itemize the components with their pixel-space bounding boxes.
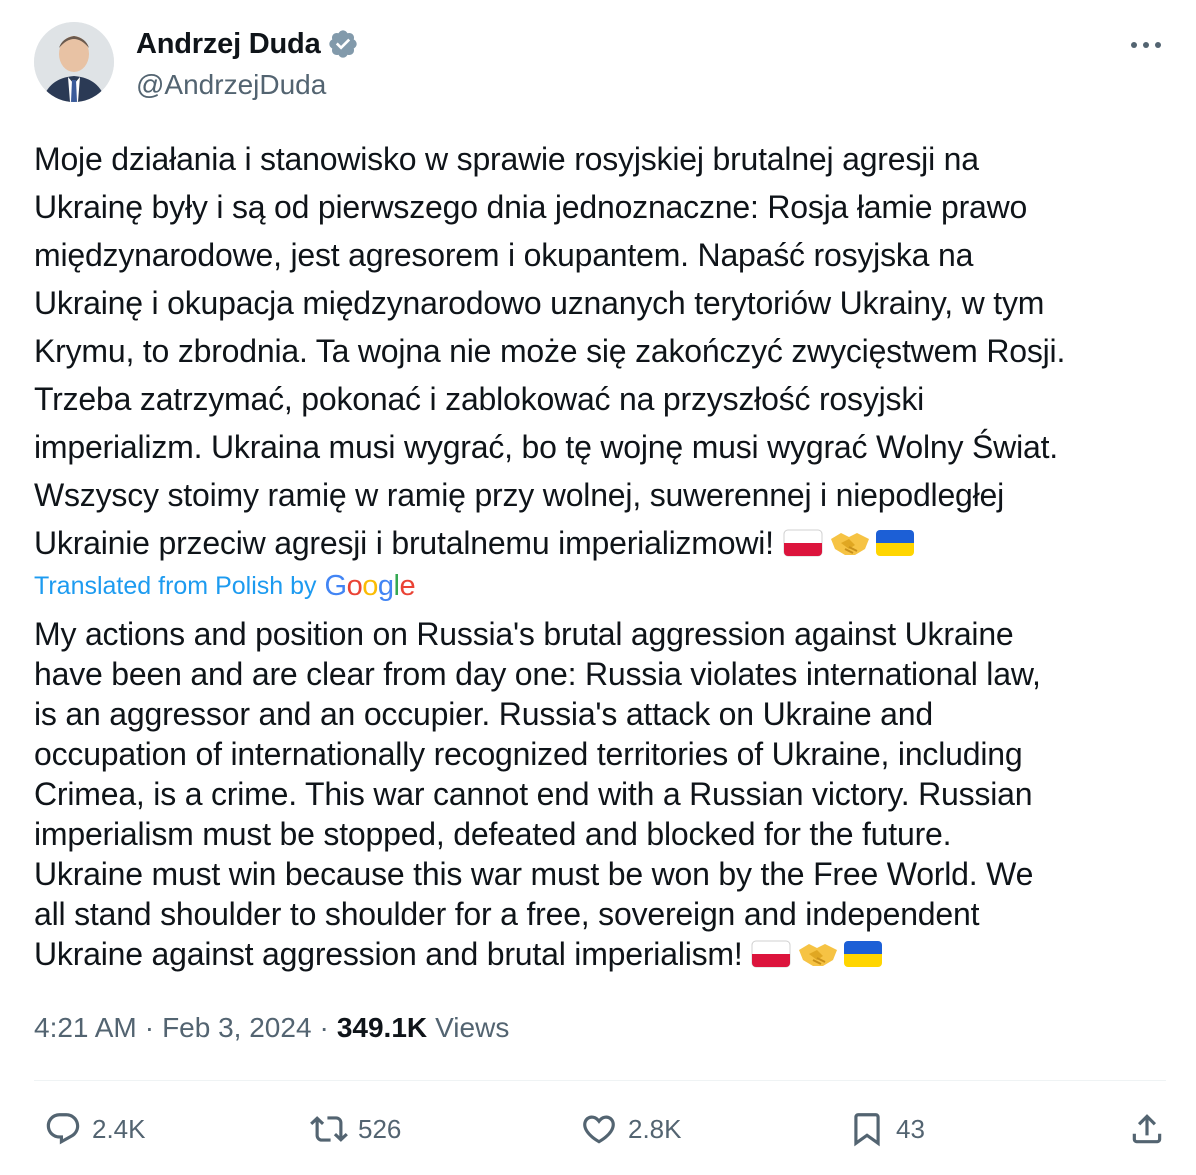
author-display-name[interactable]: Andrzej Duda	[136, 27, 321, 61]
more-dots-icon	[1131, 42, 1161, 48]
repost-icon	[310, 1116, 348, 1142]
share-icon	[1132, 1114, 1162, 1144]
like-button[interactable]: 2.8K	[580, 1110, 682, 1148]
reply-button[interactable]: 2.4K	[44, 1110, 146, 1148]
repost-count: 526	[358, 1113, 402, 1144]
tweet-text: Moje działania i stanowisko w sprawie ro…	[34, 135, 1174, 567]
translated-label: Translated from Polish by	[34, 572, 317, 600]
bookmark-icon	[854, 1113, 880, 1147]
reply-icon	[46, 1113, 80, 1145]
heart-icon	[583, 1115, 615, 1144]
avatar[interactable]	[34, 22, 114, 102]
verified-badge-icon	[327, 28, 359, 60]
meta-separator: ·	[319, 1012, 329, 1043]
reply-count: 2.4K	[92, 1113, 146, 1144]
tweet-time[interactable]: 4:21 AM	[34, 1008, 137, 1048]
ukraine-flag-icon	[875, 522, 915, 556]
tweet-actions: 2.4K 526 2.8K 43	[34, 1104, 1166, 1154]
author-handle[interactable]: @AndrzejDuda	[136, 68, 326, 102]
views-count[interactable]: 349.1K	[337, 1008, 427, 1048]
translated-by-link[interactable]: Translated from Polish by Google	[34, 570, 416, 603]
google-logo-icon: Google	[324, 570, 416, 602]
tweet-date[interactable]: Feb 3, 2024	[162, 1008, 311, 1048]
more-options-button[interactable]	[1126, 30, 1166, 60]
tweet-text-body: Moje działania i stanowisko w sprawie ro…	[34, 141, 1066, 561]
bookmark-button[interactable]: 43	[848, 1110, 925, 1148]
views-label: Views	[435, 1012, 510, 1043]
handshake-icon	[797, 938, 839, 970]
like-count: 2.8K	[628, 1113, 682, 1144]
translated-text: My actions and position on Russia's brut…	[34, 614, 1174, 974]
repost-button[interactable]: 526	[310, 1110, 401, 1148]
author-name-row[interactable]: Andrzej Duda	[136, 27, 359, 61]
meta-separator: ·	[144, 1012, 155, 1043]
poland-flag-icon	[783, 522, 823, 557]
share-button[interactable]	[1128, 1110, 1166, 1148]
tweet-meta: 4:21 AM · Feb 3, 2024 · 349.1K Views	[34, 1008, 509, 1048]
divider	[34, 1080, 1166, 1081]
translated-text-body: My actions and position on Russia's brut…	[34, 616, 1041, 972]
poland-flag-icon	[751, 937, 791, 968]
ukraine-flag-icon	[843, 937, 883, 967]
bookmark-count: 43	[896, 1113, 925, 1144]
handshake-icon	[829, 524, 871, 556]
